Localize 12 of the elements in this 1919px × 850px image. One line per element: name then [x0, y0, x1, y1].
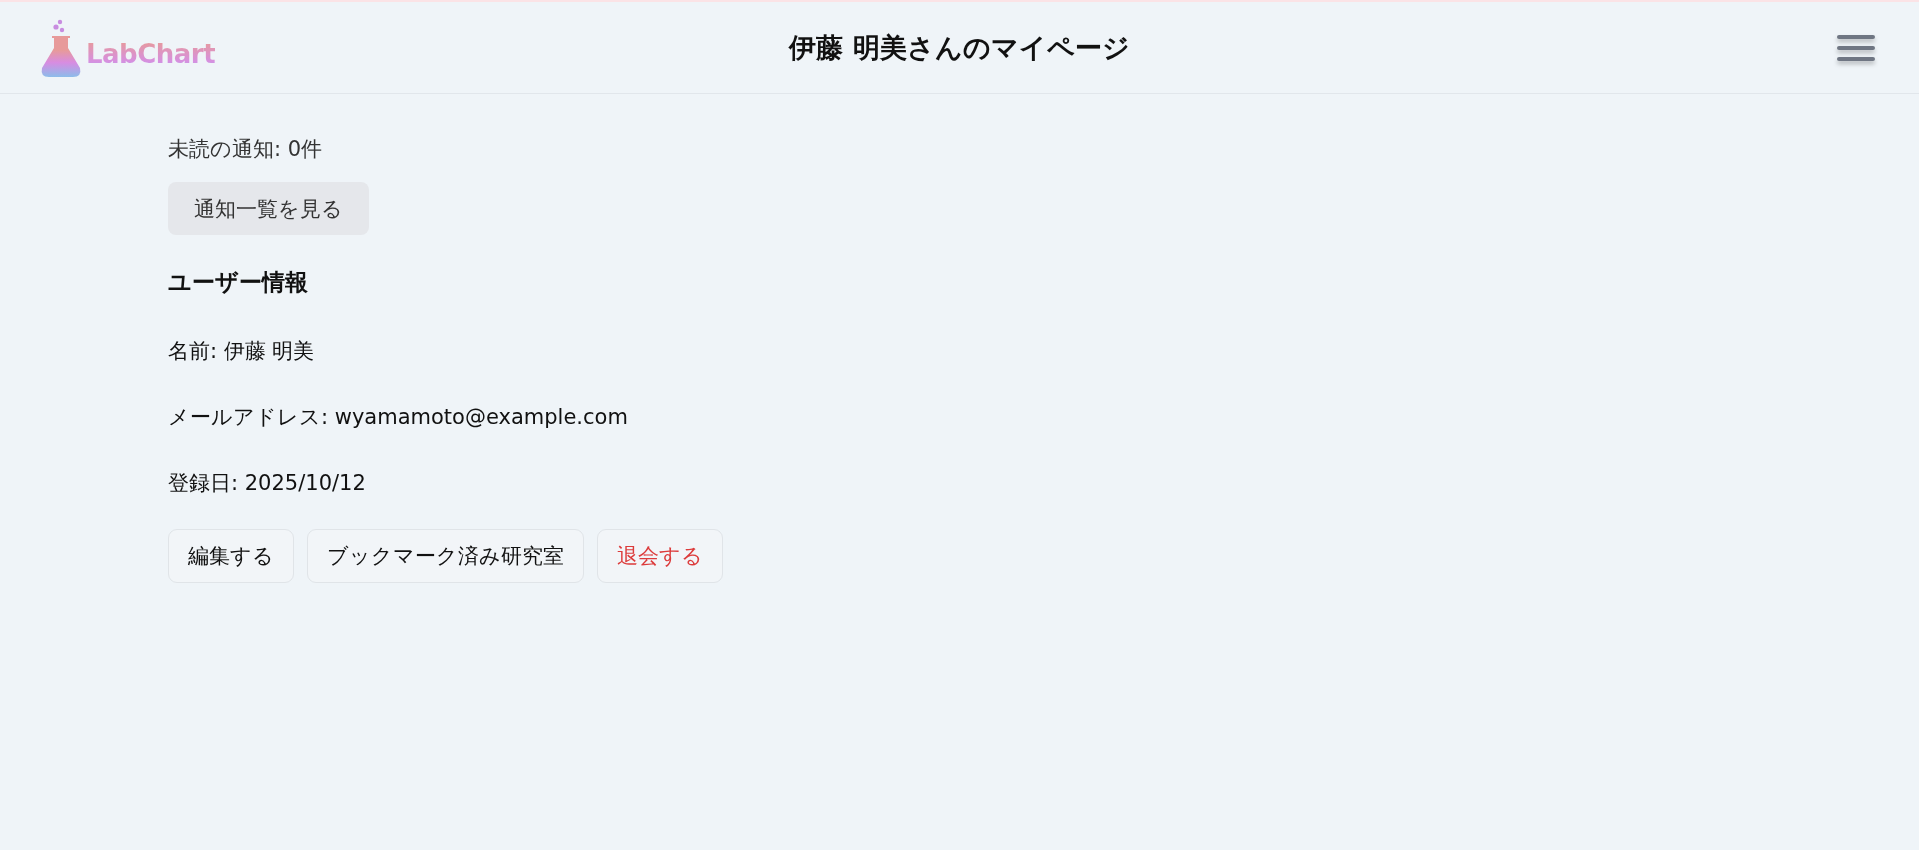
flask-icon: [40, 17, 82, 78]
notifications-button[interactable]: 通知一覧を見る: [168, 182, 369, 235]
page-title: 伊藤 明美さんのマイページ: [789, 30, 1130, 65]
info-text: 名前: 伊藤 明美: [168, 338, 315, 365]
info-text: 登録日: 2025/10/12: [168, 470, 366, 497]
info-text: メールアドレス: wyamamoto@example.com: [168, 404, 628, 431]
action-button[interactable]: 編集する: [168, 529, 294, 583]
menu-icon[interactable]: [1836, 32, 1876, 63]
section-heading: ユーザー情報: [168, 268, 308, 297]
unread-count: 未読の通知: 0件: [168, 136, 323, 163]
delete-account-button[interactable]: 退会する: [597, 529, 723, 583]
action-button[interactable]: ブックマーク済み研究室: [307, 529, 584, 583]
